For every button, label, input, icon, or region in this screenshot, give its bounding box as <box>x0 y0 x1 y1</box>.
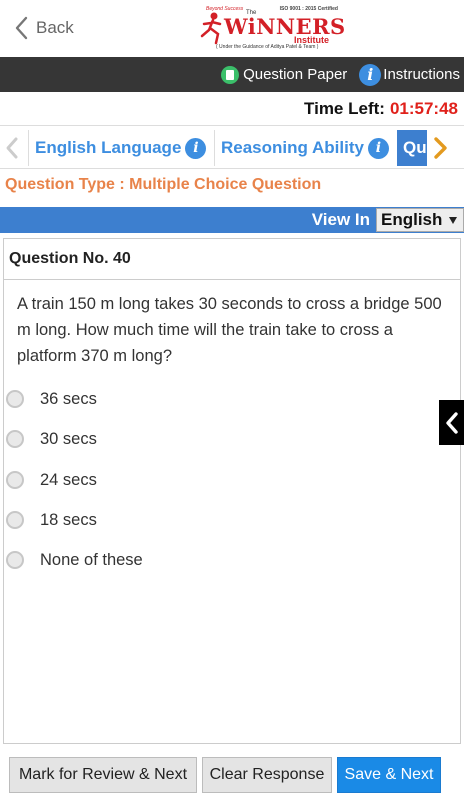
logo-under: ( Under the Guidance of Aditya Patel & T… <box>216 44 319 50</box>
action-bar: Mark for Review & Next Clear Response Sa… <box>0 748 464 800</box>
question-panel: Question No. 40 A train 150 m long takes… <box>3 238 461 744</box>
view-in-label: View In <box>311 210 370 229</box>
option-label: 30 secs <box>40 429 97 448</box>
info-icon: i <box>359 63 382 86</box>
back-button[interactable]: Back <box>14 14 74 42</box>
tab-label: English Language <box>35 138 182 157</box>
option-4[interactable]: 18 secs <box>6 508 97 532</box>
tab-label: Reasoning Ability <box>221 138 364 157</box>
chevron-left-icon <box>445 411 458 434</box>
option-3[interactable]: 24 secs <box>6 468 97 492</box>
info-icon[interactable]: i <box>367 137 389 159</box>
radio-button[interactable] <box>6 390 24 408</box>
clear-response-button[interactable]: Clear Response <box>202 757 332 793</box>
mark-review-next-button[interactable]: Mark for Review & Next <box>9 757 197 793</box>
time-left-label: Time Left: <box>304 98 385 118</box>
question-number: Question No. 40 <box>4 239 460 280</box>
radio-button[interactable] <box>6 430 24 448</box>
option-5[interactable]: None of these <box>6 548 143 572</box>
info-icon[interactable]: i <box>185 137 207 159</box>
option-label: 24 secs <box>40 470 97 489</box>
view-in-bar: View In English <box>0 207 464 233</box>
question-palette-toggle[interactable] <box>439 400 464 445</box>
question-paper-icon <box>221 65 240 84</box>
section-tabs: English Language i Reasoning Ability i Q… <box>0 127 464 169</box>
chevron-left-icon <box>15 16 28 40</box>
question-type: Question Type : Multiple Choice Question <box>5 176 322 193</box>
language-value: English <box>381 210 443 229</box>
tab-english-language[interactable]: English Language i <box>28 130 212 166</box>
option-2[interactable]: 30 secs <box>6 427 97 451</box>
option-1[interactable]: 36 secs <box>6 387 97 411</box>
top-header: Back Beyond Success ISO 9001 : 2015 Cert… <box>0 0 464 57</box>
radio-button[interactable] <box>6 551 24 569</box>
exam-toolbar: Question Paper i Instructions <box>0 57 464 92</box>
chevron-left-icon[interactable] <box>2 135 22 161</box>
question-paper-label: Question Paper <box>243 66 348 83</box>
question-text: A train 150 m long takes 30 seconds to c… <box>17 295 442 365</box>
time-left: Time Left: 01:57:48 <box>0 92 464 126</box>
language-select[interactable]: English <box>376 208 464 232</box>
option-label: None of these <box>40 550 143 569</box>
tab-reasoning-ability[interactable]: Reasoning Ability i <box>214 130 394 166</box>
time-left-value: 01:57:48 <box>389 98 458 118</box>
option-label: 36 secs <box>40 389 97 408</box>
instructions-button[interactable]: i Instructions <box>359 63 460 86</box>
runner-icon <box>200 12 222 45</box>
back-label: Back <box>36 18 74 37</box>
chevron-right-icon[interactable] <box>430 135 452 161</box>
option-label: 18 secs <box>40 510 97 529</box>
tab-label: Qu <box>403 138 427 157</box>
logo-iso: ISO 9001 : 2015 Certified <box>279 6 338 12</box>
question-paper-button[interactable]: Question Paper <box>221 65 348 84</box>
radio-button[interactable] <box>6 511 24 529</box>
save-next-button[interactable]: Save & Next <box>337 757 441 793</box>
caret-down-icon <box>449 217 457 224</box>
radio-button[interactable] <box>6 471 24 489</box>
institute-logo: Beyond Success ISO 9001 : 2015 Certified… <box>196 4 346 52</box>
tab-quantitative[interactable]: Qu <box>397 130 427 166</box>
instructions-label: Instructions <box>383 66 460 83</box>
